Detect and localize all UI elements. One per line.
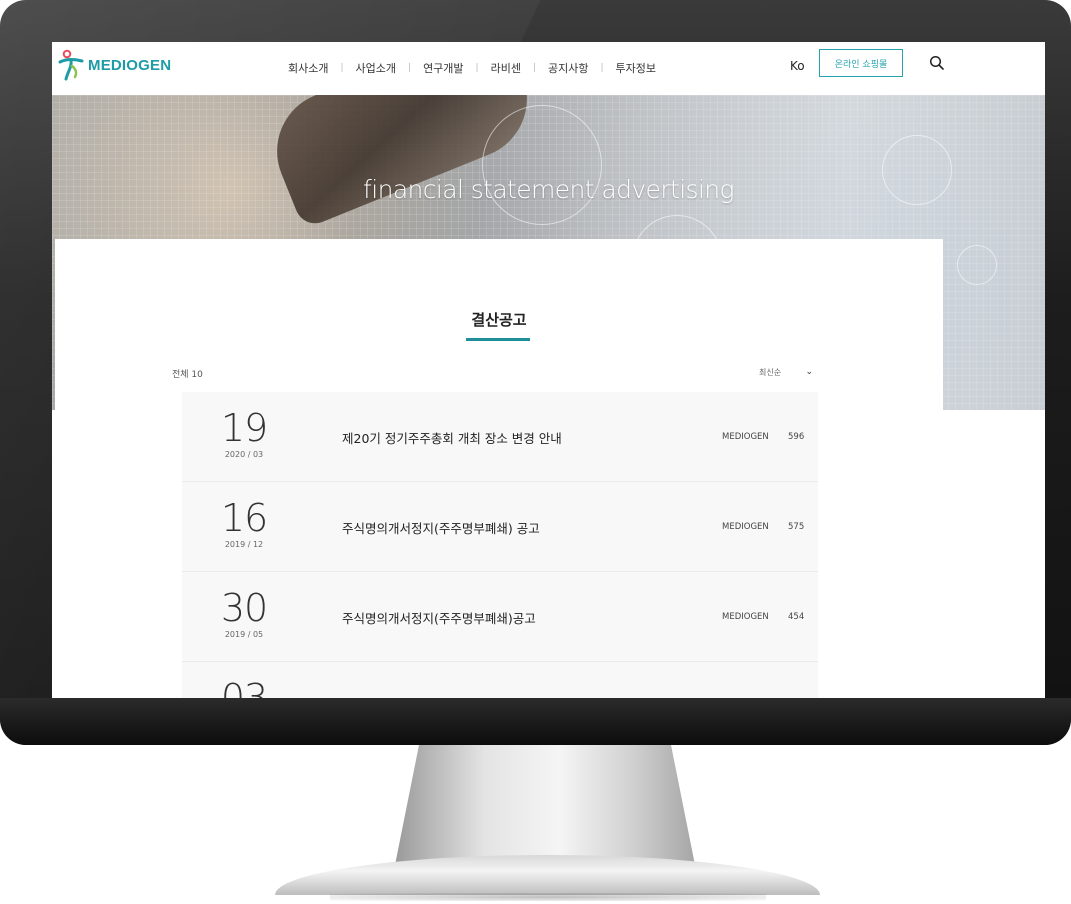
list-item[interactable]: 30 2019 / 05 주식명의개서정지(주주명부폐쇄)공고 MEDIOGEN…	[182, 572, 818, 662]
post-date: 30 2019 / 05	[204, 588, 284, 639]
page-title: 결산공고	[471, 311, 527, 329]
logo[interactable]: MEDIOGEN	[58, 49, 171, 81]
post-author: MEDIOGEN	[722, 432, 769, 442]
network-circle-icon	[482, 105, 602, 225]
post-date: 16 2019 / 12	[204, 498, 284, 549]
post-year-month: 2019 / 12	[224, 540, 264, 549]
total-count: 전체 10	[172, 370, 203, 380]
search-icon[interactable]	[928, 54, 946, 72]
nav-item-research[interactable]: 연구개발	[423, 60, 463, 76]
post-day: 16	[220, 496, 268, 540]
nav-item-business[interactable]: 사업소개	[356, 60, 396, 76]
post-list: 19 2020 / 03 제20기 정기주주총회 개최 장소 변경 안내 MED…	[182, 392, 818, 698]
screen: financial statement advertising MEDIOGEN…	[52, 42, 1045, 698]
post-day: 30	[220, 586, 268, 630]
nav-separator: |	[532, 63, 537, 73]
post-title[interactable]: 주식명의개서정지(주주명부폐쇄) 공고	[342, 518, 540, 537]
network-circle-icon	[957, 245, 997, 285]
language-selector[interactable]: Ko	[790, 59, 805, 73]
nav-item-investor[interactable]: 투자정보	[616, 60, 656, 76]
post-date: 19 2020 / 03	[204, 408, 284, 459]
hero-title: financial statement advertising	[363, 175, 735, 204]
sort-selected-value: 최신순	[759, 367, 782, 377]
site-header: MEDIOGEN 회사소개 | 사업소개 | 연구개발 | 라비센 | 공지사항…	[52, 42, 1045, 95]
post-day: 03	[220, 676, 268, 698]
online-shop-button[interactable]: 온라인 쇼핑몰	[819, 49, 903, 77]
post-year-month: 2019 / 05	[224, 630, 264, 639]
post-date: 03	[204, 678, 284, 698]
logo-text: MEDIOGEN	[88, 56, 172, 74]
post-title[interactable]: 제20기 정기주주총회 개최 장소 변경 안내	[342, 428, 562, 447]
nav-separator: |	[475, 63, 479, 73]
nav-separator: |	[408, 63, 412, 73]
monitor-stand	[395, 745, 695, 865]
post-views: 575	[788, 522, 805, 532]
post-views: 454	[788, 612, 805, 622]
sort-select[interactable]: 최신순 ⌄	[755, 363, 817, 381]
nav-separator: |	[600, 63, 604, 73]
chevron-down-icon: ⌄	[805, 367, 813, 377]
post-views: 596	[788, 432, 805, 442]
monitor-bezel	[0, 698, 1071, 745]
content-panel: 결산공고 전체 10 최신순 ⌄ 19 2020 / 03 제20기 정기주주총…	[55, 239, 943, 698]
post-author: MEDIOGEN	[722, 612, 769, 622]
nav-separator: |	[340, 63, 344, 73]
post-title[interactable]: 주식명의개서정지(주주명부폐쇄)공고	[342, 608, 536, 627]
main-navigation: 회사소개 | 사업소개 | 연구개발 | 라비센 | 공지사항 | 투자정보	[288, 60, 656, 76]
nav-item-notice[interactable]: 공지사항	[548, 60, 588, 76]
post-author: MEDIOGEN	[722, 522, 769, 532]
nav-item-company[interactable]: 회사소개	[288, 60, 328, 76]
post-day: 19	[220, 406, 268, 450]
nav-item-lavisen[interactable]: 라비센	[491, 60, 521, 76]
mediogen-logo-icon	[58, 49, 84, 81]
list-item[interactable]: 19 2020 / 03 제20기 정기주주총회 개최 장소 변경 안내 MED…	[182, 392, 818, 482]
monitor-stand-base	[275, 855, 820, 901]
post-year-month: 2020 / 03	[224, 450, 264, 459]
list-item[interactable]: 03	[182, 662, 818, 698]
list-item[interactable]: 16 2019 / 12 주식명의개서정지(주주명부폐쇄) 공고 MEDIOGE…	[182, 482, 818, 572]
title-underline	[466, 338, 530, 341]
